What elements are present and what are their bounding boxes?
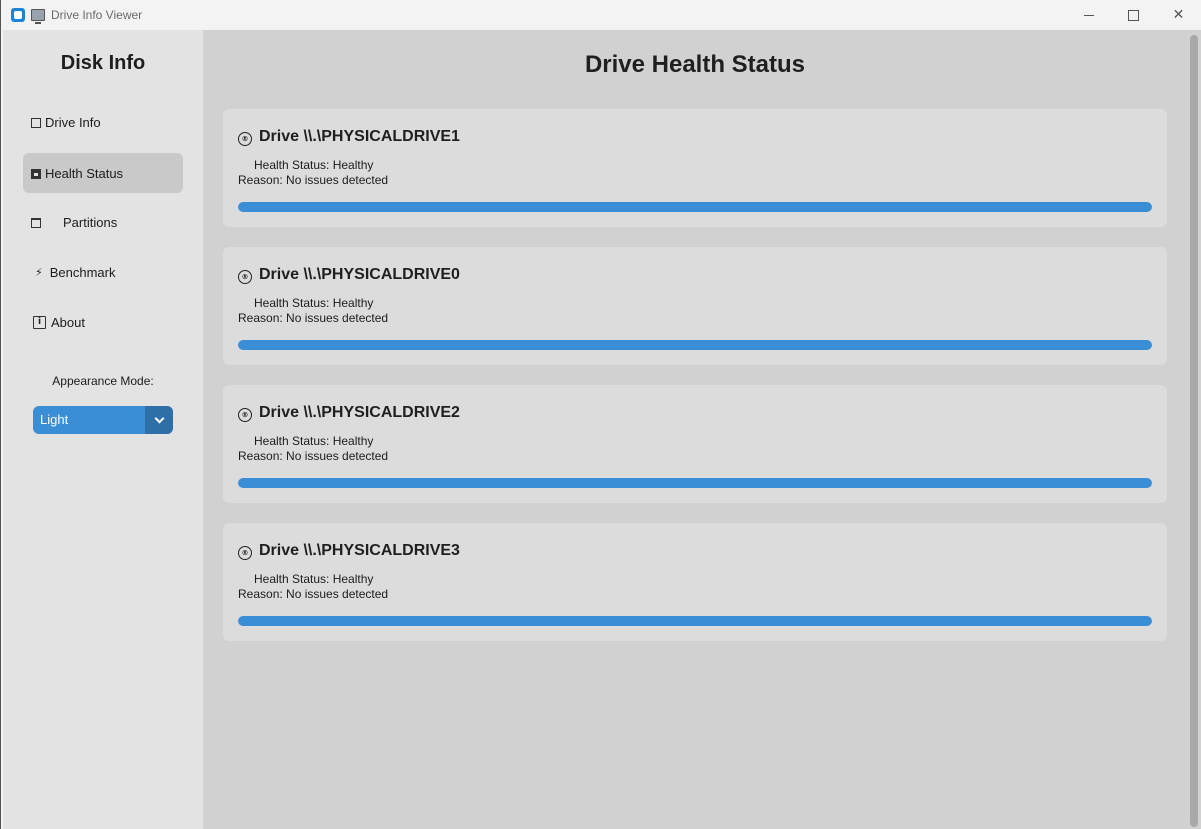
drive-title: ® Drive \\.\PHYSICALDRIVE3 — [238, 542, 460, 560]
reason-text: Reason: No issues detected — [238, 449, 389, 463]
reason-text: Reason: No issues detected — [238, 173, 389, 187]
computer-icon — [31, 9, 45, 24]
chart-icon — [31, 169, 41, 179]
appearance-mode-label: Appearance Mode: — [52, 374, 154, 388]
drive-icon: ® — [238, 131, 252, 146]
reason-text: Reason: No issues detected — [238, 587, 389, 601]
drive-card: ® Drive \\.\PHYSICALDRIVE1 Health Status… — [223, 109, 1167, 227]
sidebar-title: Disk Info — [60, 52, 146, 74]
drive-name: Drive \\.\PHYSICALDRIVE2 — [259, 404, 460, 421]
sidebar-item-label: About — [51, 314, 85, 330]
close-icon: ✕ — [1172, 7, 1185, 23]
window-controls: ✕ — [1066, 0, 1201, 30]
appearance-mode-dropdown[interactable]: Light — [33, 406, 173, 434]
app-window: Drive Info Viewer ✕ Disk Info Drive Info… — [0, 0, 1201, 829]
drive-title: ® Drive \\.\PHYSICALDRIVE1 — [238, 128, 460, 146]
drive-title: ® Drive \\.\PHYSICALDRIVE0 — [238, 266, 460, 284]
health-status-text: Health Status: Healthy — [254, 296, 374, 310]
close-button[interactable]: ✕ — [1156, 0, 1201, 30]
drive-name: Drive \\.\PHYSICALDRIVE1 — [259, 128, 460, 145]
health-progress-fill — [238, 616, 1152, 626]
sidebar-item-about[interactable]: i About — [23, 302, 183, 342]
drive-card: ® Drive \\.\PHYSICALDRIVE0 Health Status… — [223, 247, 1167, 365]
window-title: Drive Info Viewer — [51, 8, 143, 22]
lightning-icon: ⚡ — [35, 265, 43, 279]
chevron-down-icon — [154, 413, 164, 424]
drive-card: ® Drive \\.\PHYSICALDRIVE3 Health Status… — [223, 523, 1167, 641]
title-bar[interactable]: Drive Info Viewer ✕ — [1, 0, 1201, 30]
scrollbar-thumb[interactable] — [1190, 35, 1198, 827]
health-progress-bar — [238, 340, 1152, 350]
drive-name: Drive \\.\PHYSICALDRIVE3 — [259, 542, 460, 559]
maximize-icon — [1128, 9, 1139, 21]
health-progress-bar — [238, 202, 1152, 212]
calendar-icon — [31, 218, 41, 228]
sidebar: Disk Info Drive Info Health Status Parti… — [3, 30, 203, 829]
drive-icon: ® — [238, 407, 252, 422]
health-status-text: Health Status: Healthy — [254, 434, 374, 448]
appearance-mode-value: Light — [40, 412, 69, 427]
drive-icon — [31, 118, 41, 128]
health-status-text: Health Status: Healthy — [254, 158, 374, 172]
info-icon: i — [33, 315, 46, 329]
sidebar-item-label: Drive Info — [45, 114, 101, 130]
drive-card: ® Drive \\.\PHYSICALDRIVE2 Health Status… — [223, 385, 1167, 503]
maximize-button[interactable] — [1111, 0, 1156, 30]
health-progress-fill — [238, 478, 1152, 488]
sidebar-item-health-status[interactable]: Health Status — [23, 153, 183, 193]
health-progress-bar — [238, 478, 1152, 488]
drive-title: ® Drive \\.\PHYSICALDRIVE2 — [238, 404, 460, 422]
sidebar-item-benchmark[interactable]: ⚡ Benchmark — [23, 252, 183, 292]
sidebar-item-label: Benchmark — [49, 264, 116, 280]
minimize-button[interactable] — [1066, 0, 1111, 30]
page-title: Drive Health Status — [584, 51, 806, 78]
drive-icon: ® — [238, 269, 252, 284]
drive-name: Drive \\.\PHYSICALDRIVE0 — [259, 266, 460, 283]
sidebar-item-partitions[interactable]: Partitions — [23, 202, 183, 242]
main-content: Drive Health Status ® Drive \\.\PHYSICAL… — [203, 30, 1190, 829]
sidebar-item-drive-info[interactable]: Drive Info — [23, 102, 183, 142]
sidebar-item-label: Health Status — [45, 165, 124, 181]
health-progress-fill — [238, 202, 1152, 212]
health-progress-fill — [238, 340, 1152, 350]
dropdown-arrow-button[interactable] — [145, 406, 173, 434]
sidebar-item-label: Partitions — [63, 214, 118, 230]
health-status-text: Health Status: Healthy — [254, 572, 374, 586]
reason-text: Reason: No issues detected — [238, 311, 389, 325]
app-icon — [11, 8, 25, 22]
minimize-icon — [1083, 14, 1094, 16]
health-progress-bar — [238, 616, 1152, 626]
drive-icon: ® — [238, 545, 252, 560]
